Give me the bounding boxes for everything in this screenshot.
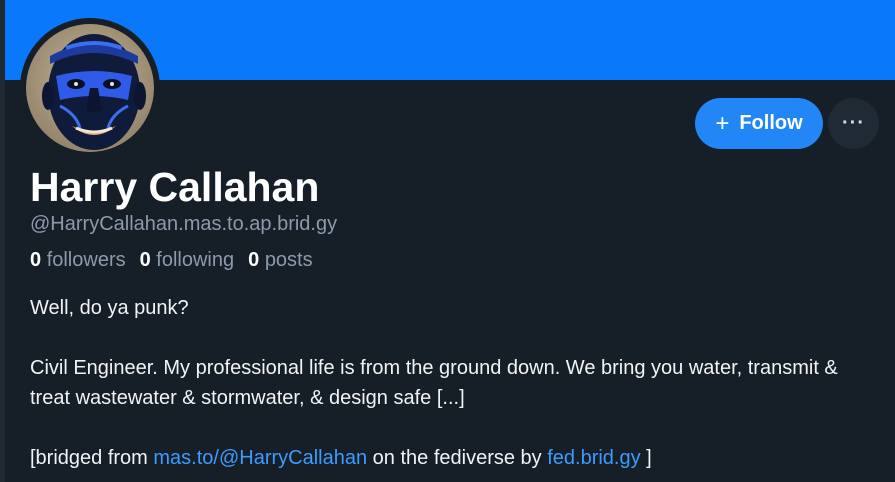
display-name: Harry Callahan <box>30 164 320 210</box>
followers-label: followers <box>46 249 126 271</box>
profile-handle: @HarryCallahan.mas.to.ap.brid.gy <box>30 213 338 235</box>
following-count: 0 <box>139 249 151 271</box>
bio-line-tagline: Well, do ya punk? <box>30 297 189 319</box>
posts-count: 0 <box>248 249 260 271</box>
following-label: following <box>156 249 235 271</box>
ellipsis-icon: ··· <box>842 112 865 134</box>
bio-bridged-note: [bridged from mas.to/@HarryCallahan on t… <box>30 443 870 473</box>
avatar[interactable] <box>20 18 160 158</box>
carved-mask-avatar-icon <box>20 18 160 158</box>
bridged-prefix: [bridged from <box>30 447 154 469</box>
posts-stat[interactable]: 0 posts <box>248 249 313 272</box>
bridged-suffix: ] <box>640 447 652 469</box>
bridge-service-link[interactable]: fed.brid.gy <box>547 447 640 469</box>
plus-icon: + <box>715 109 730 137</box>
follow-label: Follow <box>739 112 803 134</box>
followers-stat[interactable]: 0 followers <box>30 249 126 272</box>
bio-line-description: Civil Engineer. My professional life is … <box>30 357 838 409</box>
bridged-middle: on the fediverse by <box>367 447 548 469</box>
following-stat[interactable]: 0 following <box>140 249 235 272</box>
posts-label: posts <box>264 249 313 271</box>
bio-spacer <box>30 413 870 443</box>
profile-bio: Well, do ya punk? Civil Engineer. My pro… <box>30 293 870 473</box>
profile-page: + Follow ··· Harry Callahan @HarryCallah… <box>0 0 895 482</box>
profile-stats: 0 followers 0 following 0 posts <box>30 249 313 272</box>
more-options-button[interactable]: ··· <box>828 98 879 149</box>
follow-button[interactable]: + Follow <box>695 98 823 149</box>
followers-count: 0 <box>30 249 42 271</box>
bio-spacer <box>30 323 870 353</box>
source-profile-link[interactable]: mas.to/@HarryCallahan <box>153 447 367 469</box>
